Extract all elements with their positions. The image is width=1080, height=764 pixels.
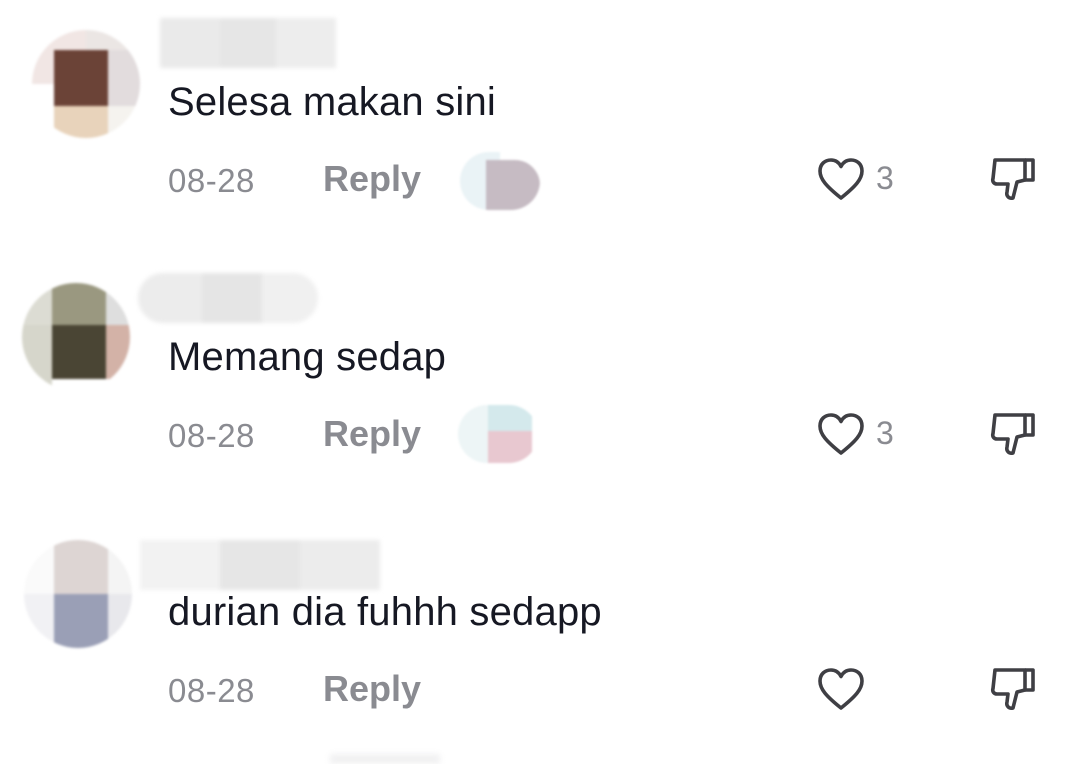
avatar-pixel [24,594,54,648]
comment-text: Selesa makan sini [168,80,497,124]
username-pixel [160,18,220,68]
like-count: 3 [876,415,894,451]
avatar-pixel [52,325,106,379]
liker-pixel [486,160,540,210]
avatar-pixel [54,594,108,648]
avatar-pixel [54,106,108,138]
comment-item: Memang sedap 08-28 Reply 3 [0,255,1080,505]
reply-button[interactable]: Reply [323,668,421,710]
username-pixel [262,273,318,323]
creator-liked-avatar [460,152,540,210]
avatar-pixel [108,594,132,648]
comment-item: durian dia fuhhh sedapp 08-28 Reply [0,510,1080,760]
avatar-pixel [108,540,132,594]
username-pixel [140,540,220,590]
thumbs-down-icon[interactable] [987,662,1041,716]
creator-liked-avatar [458,405,538,463]
avatar-pixel [52,283,106,325]
reply-button[interactable]: Reply [323,413,421,455]
avatar-pixel [106,325,130,379]
avatar-pixel [22,325,52,391]
avatar-pixel [54,50,108,106]
liker-pixel [488,405,532,431]
username-redacted[interactable] [140,540,380,590]
liker-pixel [458,405,488,463]
username-pixel [220,540,300,590]
thumbs-down-icon[interactable] [987,152,1041,206]
comment-text: durian dia fuhhh sedapp [168,590,602,634]
username-pixel [220,18,276,68]
like-count: 3 [876,160,894,196]
commenter-avatar[interactable] [32,30,140,138]
username-pixel [138,273,202,323]
avatar-pixel [24,540,54,594]
avatar-pixel [54,540,108,594]
heart-icon[interactable] [816,665,866,715]
username-redacted[interactable] [138,273,318,323]
liker-pixel [488,431,532,463]
avatar-pixel [106,283,130,325]
reply-button[interactable]: Reply [323,158,421,200]
comment-date: 08-28 [168,162,255,199]
avatar-pixel [108,106,140,138]
comment-text: Memang sedap [168,335,447,379]
username-pixel [300,540,380,590]
avatar-pixel [22,283,52,325]
avatar-pixel [108,50,140,106]
heart-icon[interactable] [816,155,866,205]
commenter-avatar[interactable] [22,283,130,391]
commenter-avatar[interactable] [24,540,132,648]
comment-date: 08-28 [168,417,255,454]
comment-date: 08-28 [168,672,255,709]
comment-item: Selesa makan sini 08-28 Reply 3 [0,0,1080,250]
heart-icon[interactable] [816,410,866,460]
thumbs-down-icon[interactable] [987,407,1041,461]
username-redacted[interactable] [160,18,336,68]
username-pixel [276,18,336,68]
next-item-edge [330,754,440,764]
username-pixel [202,273,262,323]
